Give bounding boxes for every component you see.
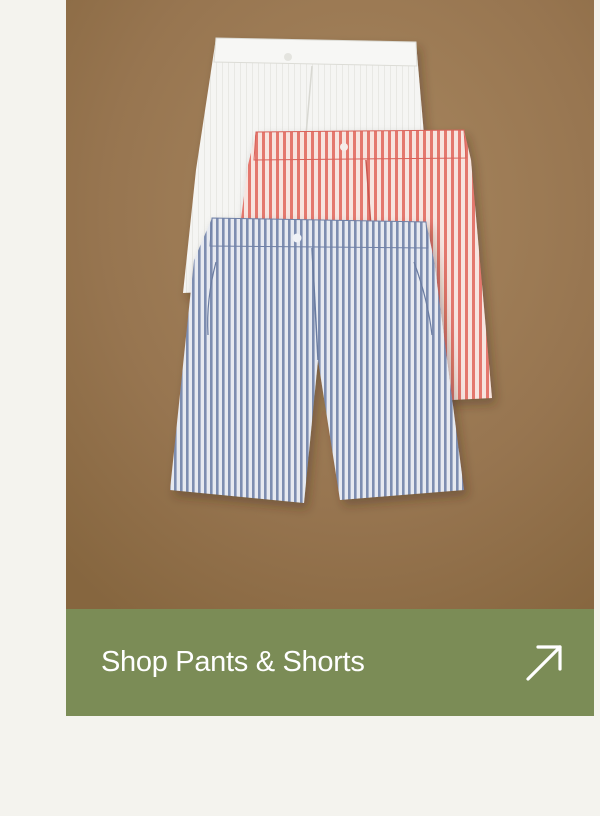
arrow-up-right-icon	[526, 644, 562, 681]
shorts-image	[66, 0, 594, 609]
product-photo[interactable]	[66, 0, 594, 609]
promo-card[interactable]: Shop Pants & Shorts	[66, 0, 594, 716]
shop-pants-shorts-button[interactable]: Shop Pants & Shorts	[66, 609, 594, 716]
cta-label: Shop Pants & Shorts	[101, 646, 365, 678]
